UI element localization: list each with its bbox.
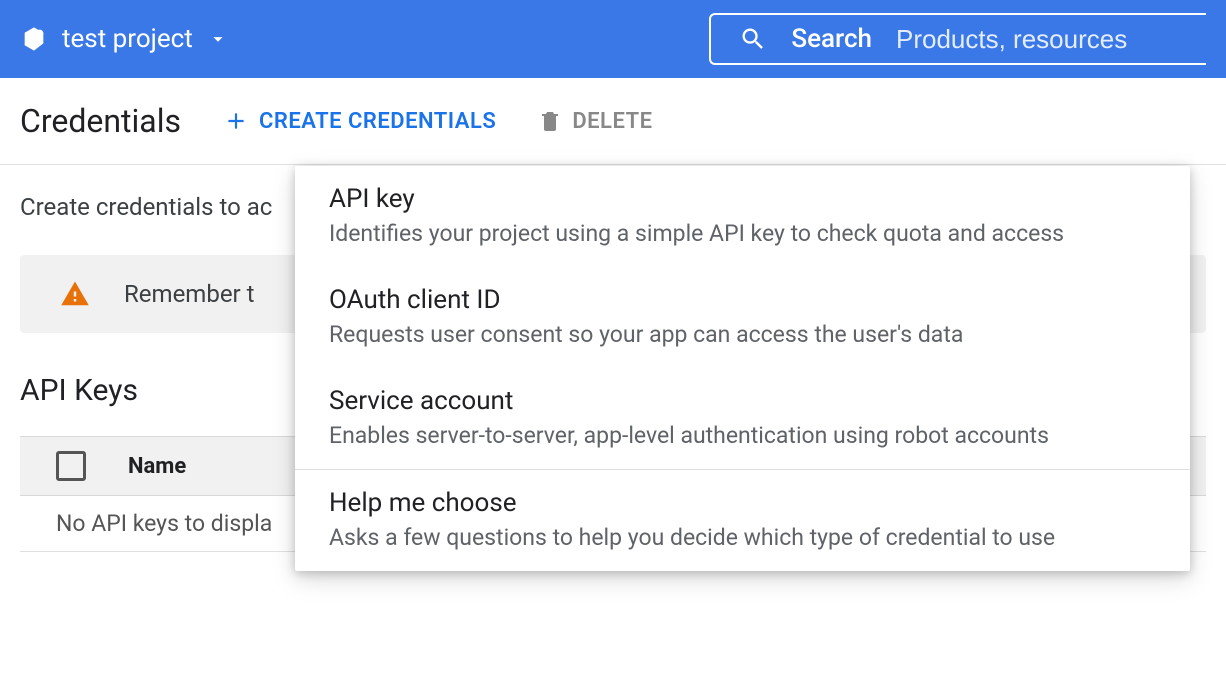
project-selector[interactable]: test project [20, 24, 229, 54]
menu-item-title: Help me choose [329, 488, 1156, 518]
caret-down-icon [207, 28, 229, 50]
menu-item-oauth-client[interactable]: OAuth client ID Requests user consent so… [295, 267, 1190, 368]
col-name: Name [128, 454, 186, 479]
menu-item-help-me-choose[interactable]: Help me choose Asks a few questions to h… [295, 470, 1190, 571]
menu-item-desc: Asks a few questions to help you decide … [329, 524, 1156, 551]
menu-item-desc: Requests user consent so your app can ac… [329, 321, 1156, 348]
page-title: Credentials [20, 102, 181, 140]
search-label: Search [791, 24, 872, 54]
select-all-checkbox[interactable] [56, 451, 86, 481]
alert-text: Remember t [124, 280, 254, 308]
plus-icon [223, 108, 249, 134]
create-credentials-button[interactable]: CREATE CREDENTIALS [223, 108, 496, 134]
menu-item-title: API key [329, 184, 1156, 214]
search-input[interactable] [896, 24, 1186, 55]
menu-item-title: Service account [329, 386, 1156, 416]
trash-icon [538, 109, 562, 133]
delete-button[interactable]: DELETE [538, 109, 652, 134]
menu-item-title: OAuth client ID [329, 285, 1156, 315]
page-header: Credentials CREATE CREDENTIALS DELETE [0, 78, 1226, 165]
menu-item-desc: Identifies your project using a simple A… [329, 220, 1156, 247]
create-credentials-label: CREATE CREDENTIALS [259, 109, 496, 134]
menu-item-service-account[interactable]: Service account Enables server-to-server… [295, 368, 1190, 469]
create-credentials-menu: API key Identifies your project using a … [295, 166, 1190, 571]
warning-icon [60, 279, 90, 309]
search-box[interactable]: Search [709, 13, 1206, 65]
hexagon-icon [20, 25, 48, 53]
menu-item-api-key[interactable]: API key Identifies your project using a … [295, 166, 1190, 267]
project-name: test project [62, 24, 193, 54]
topbar: test project Search [0, 0, 1226, 78]
delete-label: DELETE [572, 109, 652, 134]
menu-item-desc: Enables server-to-server, app-level auth… [329, 422, 1156, 449]
search-icon [739, 25, 767, 53]
